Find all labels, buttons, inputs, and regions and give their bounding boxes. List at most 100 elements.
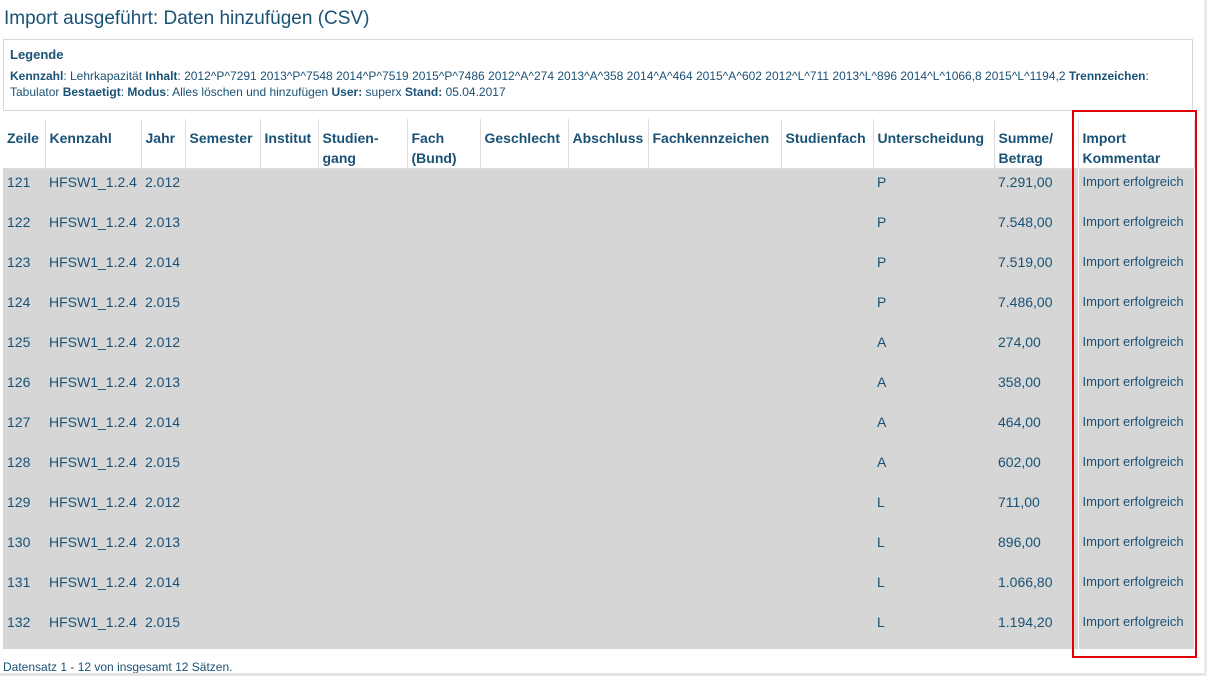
cell-studiengang (318, 248, 407, 289)
table-row: 125 HFSW1_1.2.4 2.012 A 274,00 Import erfolgr… (3, 328, 1194, 369)
cell-geschlecht (480, 528, 568, 569)
cell-semester (185, 168, 260, 209)
cell-studienfach (781, 528, 873, 569)
cell-kennzahl: HFSW1_1.2.4 (45, 528, 141, 569)
cell-kennzahl: HFSW1_1.2.4 (45, 488, 141, 529)
legend-heading: Legende (10, 47, 64, 62)
cell-studienfach (781, 448, 873, 489)
cell-geschlecht (480, 248, 568, 289)
cell-fach-bund (407, 528, 480, 569)
cell-unterscheidung: A (873, 408, 994, 449)
cell-semester (185, 488, 260, 529)
table-row: 122 HFSW1_1.2.4 2.013 P 7.548,00 Import erfol… (3, 208, 1194, 249)
cell-fach-bund (407, 168, 480, 209)
cell-fachkennzeichen (648, 448, 781, 489)
cell-zeile: 122 (3, 208, 45, 249)
cell-zeile: 123 (3, 248, 45, 289)
cell-studiengang (318, 208, 407, 249)
cell-institut (260, 488, 318, 529)
table-body: 121 HFSW1_1.2.4 2.012 P 7.291,00 Import erfol… (3, 168, 1194, 649)
cell-abschluss (568, 608, 648, 649)
cell-jahr: 2.014 (141, 408, 185, 449)
cell-summe-betrag: 274,00 (994, 328, 1079, 369)
column-header-unterscheidung: Unterscheidung (873, 119, 995, 169)
table-row: 128 HFSW1_1.2.4 2.015 A 602,00 Import erfolgr… (3, 448, 1194, 489)
column-header-summe-betrag: Summe/ Betrag (994, 119, 1079, 169)
cell-fach-bund (407, 408, 480, 449)
cell-fach-bund (407, 448, 480, 489)
cell-fachkennzeichen (648, 408, 781, 449)
cell-fach-bund (407, 368, 480, 409)
cell-import-kommentar: Import erfolgreich (1078, 568, 1194, 609)
cell-import-kommentar: Import erfolgreich (1078, 208, 1194, 249)
cell-fachkennzeichen (648, 528, 781, 569)
cell-semester (185, 208, 260, 249)
cell-studienfach (781, 408, 873, 449)
table-row: 126 HFSW1_1.2.4 2.013 A 358,00 Import erfolgr… (3, 368, 1194, 409)
cell-abschluss (568, 208, 648, 249)
legend-value-inhalt: : 2012^P^7291 2013^P^7548 2014^P^7519 20… (177, 69, 1069, 83)
cell-abschluss (568, 528, 648, 569)
cell-unterscheidung: A (873, 328, 994, 369)
cell-fach-bund (407, 568, 480, 609)
cell-import-kommentar: Import erfolgreich (1078, 448, 1194, 489)
cell-zeile: 131 (3, 568, 45, 609)
cell-abschluss (568, 568, 648, 609)
cell-studiengang (318, 368, 407, 409)
cell-geschlecht (480, 568, 568, 609)
column-header-import-kommentar: Import Kommentar (1078, 119, 1195, 169)
cell-studiengang (318, 168, 407, 209)
cell-import-kommentar: Import erfolgreich (1078, 608, 1194, 649)
cell-semester (185, 528, 260, 569)
cell-unterscheidung: L (873, 488, 994, 529)
table-row: 127 HFSW1_1.2.4 2.014 A 464,00 Import erfolgr… (3, 408, 1194, 449)
cell-studiengang (318, 328, 407, 369)
cell-institut (260, 328, 318, 369)
cell-studienfach (781, 608, 873, 649)
cell-abschluss (568, 408, 648, 449)
cell-semester (185, 448, 260, 489)
cell-kennzahl: HFSW1_1.2.4 (45, 328, 141, 369)
cell-institut (260, 288, 318, 329)
cell-zeile: 126 (3, 368, 45, 409)
cell-studiengang (318, 528, 407, 569)
column-header-jahr: Jahr (141, 119, 186, 169)
cell-summe-betrag: 602,00 (994, 448, 1079, 489)
cell-fachkennzeichen (648, 568, 781, 609)
cell-geschlecht (480, 448, 568, 489)
column-header-kennzahl: Kennzahl (45, 119, 142, 169)
cell-fach-bund (407, 208, 480, 249)
cell-summe-betrag: 358,00 (994, 368, 1079, 409)
legend-key-modus: Modus (127, 85, 167, 99)
cell-zeile: 129 (3, 488, 45, 529)
cell-studienfach (781, 328, 873, 369)
cell-jahr: 2.015 (141, 608, 185, 649)
cell-summe-betrag: 7.486,00 (994, 288, 1079, 329)
cell-unterscheidung: P (873, 208, 994, 249)
cell-zeile: 128 (3, 448, 45, 489)
legend-box: Legende Kennzahl: Lehrkapazität Inhalt: … (3, 39, 1193, 111)
cell-summe-betrag: 7.519,00 (994, 248, 1079, 289)
cell-summe-betrag: 711,00 (994, 488, 1079, 529)
column-header-geschlecht: Geschlecht (480, 119, 569, 169)
cell-semester (185, 608, 260, 649)
cell-abschluss (568, 368, 648, 409)
cell-geschlecht (480, 168, 568, 209)
cell-kennzahl: HFSW1_1.2.4 (45, 608, 141, 649)
cell-abschluss (568, 448, 648, 489)
cell-fachkennzeichen (648, 288, 781, 329)
legend-value-modus: : Alles löschen und hinzufügen (166, 85, 332, 99)
cell-import-kommentar: Import erfolgreich (1078, 328, 1194, 369)
cell-kennzahl: HFSW1_1.2.4 (45, 288, 141, 329)
cell-summe-betrag: 1.066,80 (994, 568, 1079, 609)
cell-studiengang (318, 448, 407, 489)
cell-studiengang (318, 568, 407, 609)
column-header-studienfach: Studienfach (781, 119, 874, 169)
cell-kennzahl: HFSW1_1.2.4 (45, 168, 141, 209)
cell-studienfach (781, 568, 873, 609)
cell-semester (185, 328, 260, 369)
table-row: 121 HFSW1_1.2.4 2.012 P 7.291,00 Import erfol… (3, 168, 1194, 209)
cell-abschluss (568, 168, 648, 209)
cell-jahr: 2.015 (141, 288, 185, 329)
column-header-zeile: Zeile (3, 119, 46, 169)
